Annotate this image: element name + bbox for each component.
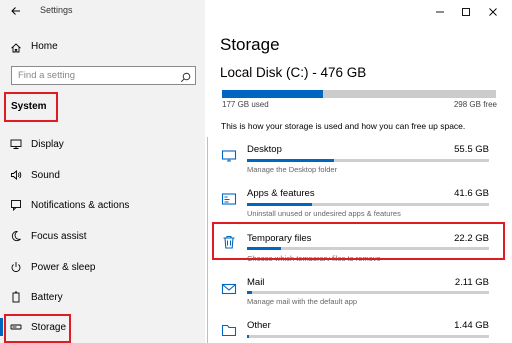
search-placeholder: Find a setting (18, 70, 76, 81)
storage-description: This is how your storage is used and how… (221, 121, 466, 131)
category-other[interactable]: Other 1.44 GB (205, 316, 512, 343)
category-name: Apps & features (247, 188, 315, 199)
moon-icon (10, 230, 22, 242)
maximize-icon[interactable] (461, 4, 471, 16)
category-name: Other (247, 320, 271, 331)
category-size: 1.44 GB (454, 320, 489, 331)
category-name: Mail (247, 277, 265, 288)
close-icon[interactable] (488, 4, 498, 16)
selected-indicator (0, 318, 3, 336)
desktop-icon (221, 148, 237, 164)
category-bar (247, 291, 489, 294)
speaker-icon (10, 169, 22, 181)
category-apps-features[interactable]: Apps & features 41.6 GB Uninstall unused… (205, 184, 512, 222)
monitor-icon (10, 138, 22, 150)
used-label: 177 GB used (222, 100, 269, 109)
category-description: Manage the Desktop folder (247, 165, 338, 174)
search-input[interactable]: Find a setting (11, 66, 196, 85)
category-bar-fill (247, 203, 313, 206)
sidebar-item-power-sleep[interactable]: Power & sleep (31, 262, 95, 273)
main-pane: Storage Local Disk (C:) - 476 GB 177 GB … (205, 0, 512, 343)
folder-icon (221, 322, 237, 338)
category-size: 2.11 GB (454, 277, 489, 288)
disk-usage-bar (222, 90, 496, 98)
category-desktop[interactable]: Desktop 55.5 GB Manage the Desktop folde… (205, 140, 512, 178)
window-title: Settings (40, 5, 73, 15)
category-description: Manage mail with the default app (247, 297, 358, 306)
category-bar-fill (247, 291, 252, 294)
category-size: 55.5 GB (454, 144, 489, 155)
notification-icon (10, 199, 22, 211)
sidebar: Settings Home Find a setting System Disp… (0, 0, 205, 343)
sidebar-item-focus-assist[interactable]: Focus assist (31, 231, 87, 242)
sidebar-item-notifications[interactable]: Notifications & actions (31, 200, 129, 211)
highlight-storage (4, 314, 71, 343)
category-bar (247, 203, 489, 206)
mail-icon (221, 281, 237, 297)
home-icon (10, 41, 22, 53)
page-title: Storage (220, 35, 280, 54)
sidebar-item-battery[interactable]: Battery (31, 292, 63, 303)
category-bar (247, 159, 489, 162)
sidebar-item-sound[interactable]: Sound (31, 170, 60, 181)
disk-title: Local Disk (C:) - 476 GB (220, 65, 367, 80)
minimize-icon[interactable] (435, 4, 445, 14)
disk-usage-fill (222, 90, 324, 98)
sidebar-item-display[interactable]: Display (31, 139, 64, 150)
category-bar-fill (247, 159, 335, 162)
category-bar-fill (247, 335, 250, 338)
home-link[interactable]: Home (31, 41, 58, 52)
power-icon (10, 261, 22, 273)
highlight-system (4, 92, 58, 122)
free-label: 298 GB free (453, 100, 497, 109)
category-bar (247, 335, 489, 338)
category-size: 41.6 GB (454, 188, 489, 199)
category-name: Desktop (247, 144, 282, 155)
highlight-temporary-files (212, 222, 505, 260)
back-arrow-icon[interactable] (10, 4, 22, 16)
category-mail[interactable]: Mail 2.11 GB Manage mail with the defaul… (205, 273, 512, 311)
battery-icon (10, 291, 22, 303)
apps-icon (221, 192, 237, 208)
search-icon[interactable] (180, 70, 191, 83)
category-description: Uninstall unused or undesired apps & fea… (247, 209, 401, 218)
